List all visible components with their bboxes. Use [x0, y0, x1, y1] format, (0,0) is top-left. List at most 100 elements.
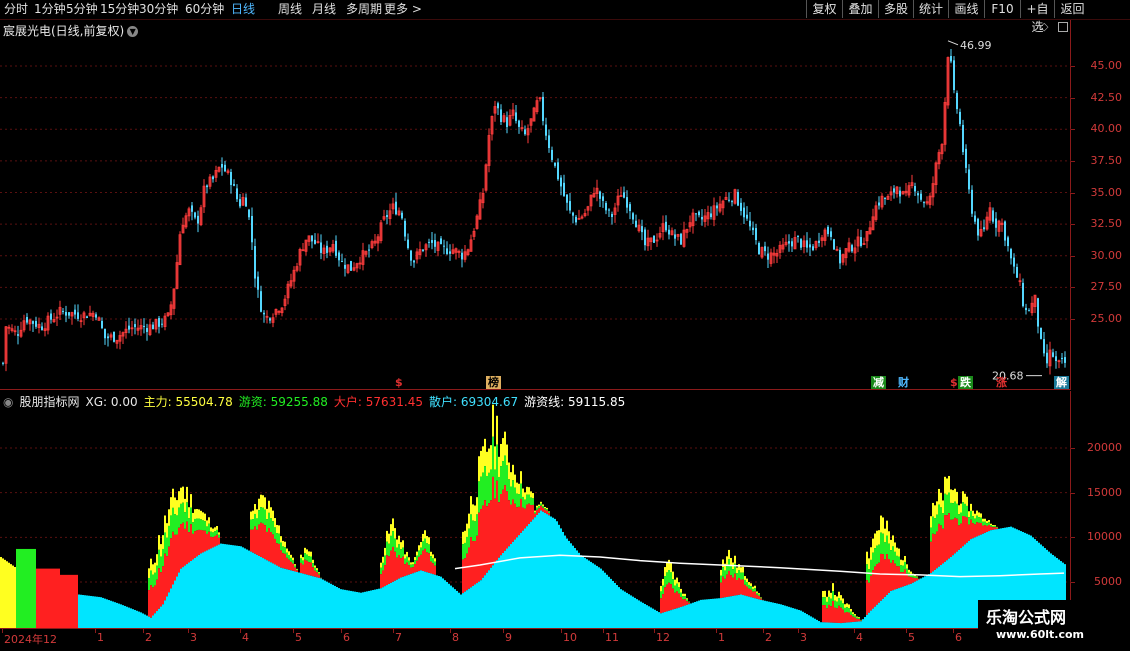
candle-body	[224, 165, 226, 171]
indicator-bar	[958, 514, 960, 525]
period-tab-3[interactable]: 15分钟	[100, 2, 139, 17]
period-tab-10[interactable]: 更多 >	[384, 2, 422, 17]
indicator-bar	[796, 609, 798, 628]
period-tab-9[interactable]: 多周期	[346, 2, 382, 17]
indicator-bar	[420, 542, 422, 548]
indicator-bar	[288, 570, 290, 628]
toolbar-button-2[interactable]: 多股	[878, 0, 913, 18]
indicator-bar	[852, 612, 854, 614]
indicator-bar	[446, 582, 448, 628]
indicator-bar	[988, 525, 990, 531]
candle-body	[443, 246, 445, 247]
indicator-bar	[172, 532, 174, 585]
event-marker[interactable]: 解	[1054, 376, 1069, 389]
indicator-bar	[818, 621, 820, 628]
period-tab-0[interactable]: 分时	[4, 2, 28, 17]
indicator-bar	[20, 549, 22, 628]
indicator-bar	[898, 556, 900, 566]
candle-body	[1007, 237, 1009, 246]
candle-body	[248, 210, 250, 218]
indicator-bar	[218, 538, 220, 545]
period-tab-1[interactable]: 1分钟	[34, 2, 66, 17]
indicator-bar	[986, 526, 988, 532]
indicator-bar	[952, 519, 954, 555]
indicator-bar	[976, 511, 978, 516]
indicator-bar	[956, 504, 958, 519]
indicator-bar	[964, 504, 966, 517]
indicator-bar	[208, 517, 210, 523]
price-chart-panel[interactable]: 46.9920.68	[0, 20, 1071, 390]
period-tab-8[interactable]: 月线	[312, 2, 336, 17]
toolbar-button-7[interactable]: 返回	[1054, 0, 1090, 18]
indicator-bar	[536, 506, 538, 508]
candle-body	[245, 198, 247, 207]
indicator-bar	[180, 524, 182, 568]
indicator-bar	[414, 560, 416, 564]
period-tab-7[interactable]: 周线	[278, 2, 302, 17]
toolbar-button-3[interactable]: 统计	[913, 0, 948, 18]
indicator-bar	[758, 596, 760, 599]
indicator-bar	[812, 618, 814, 628]
indicator-bar	[890, 563, 892, 591]
indicator-bar	[938, 489, 940, 505]
event-marker[interactable]: $	[393, 376, 405, 389]
toolbar-button-6[interactable]: +自选	[1020, 0, 1054, 18]
period-tab-2[interactable]: 5分钟	[66, 2, 98, 17]
toolbar-button-5[interactable]: F10	[984, 0, 1020, 18]
indicator-panel[interactable]	[0, 391, 1071, 628]
indicator-bar	[912, 578, 914, 583]
chevron-down-icon[interactable]: ▼	[127, 26, 138, 37]
event-marker[interactable]: 跌	[958, 376, 973, 389]
indicator-bar	[760, 600, 762, 628]
toolbar-button-1[interactable]: 叠加	[842, 0, 878, 18]
indicator-bar	[394, 552, 396, 581]
indicator-bar	[686, 605, 688, 628]
diamond-icon[interactable]: ◇	[1040, 20, 1048, 33]
indicator-bar	[748, 585, 750, 589]
indicator-bar	[166, 556, 168, 596]
indicator-bar	[542, 512, 544, 628]
indicator-bar	[590, 562, 592, 628]
period-tab-4[interactable]: 30分钟	[139, 2, 178, 17]
indicator-bar	[386, 585, 388, 628]
indicator-bar	[394, 539, 396, 552]
candle-body	[884, 198, 886, 199]
event-marker[interactable]: 榜	[486, 376, 501, 389]
indicator-bar	[294, 564, 296, 565]
indicator-bar	[956, 492, 958, 504]
indicator-bar	[540, 506, 542, 511]
indicator-bar	[480, 451, 482, 477]
indicator-bar	[494, 470, 496, 499]
indicator-bar	[316, 577, 318, 628]
indicator-bar	[530, 497, 532, 505]
indicator-bar	[688, 603, 690, 604]
indicator-bar	[720, 598, 722, 628]
event-marker[interactable]: 减	[871, 376, 886, 389]
indicator-bar	[192, 522, 194, 534]
indicator-bar	[970, 539, 972, 628]
indicator-bar	[496, 560, 498, 628]
period-tab-6[interactable]: 日线	[231, 2, 255, 17]
candle-body	[758, 243, 760, 254]
indicator-bar	[276, 525, 278, 533]
indicator-bar	[70, 575, 72, 628]
indicator-bar	[970, 504, 972, 511]
indicator-bar	[474, 585, 476, 628]
toolbar-button-4[interactable]: 画线	[948, 0, 984, 18]
candle-body	[755, 228, 757, 240]
date-axis-label: 1	[97, 631, 104, 644]
event-marker[interactable]: 财	[896, 376, 911, 389]
window-icon[interactable]	[1058, 22, 1068, 32]
event-marker[interactable]: 涨	[994, 376, 1009, 389]
indicator-bar	[942, 500, 944, 513]
toolbar-button-0[interactable]: 复权	[806, 0, 842, 18]
indicator-bar	[900, 560, 902, 566]
chevron-down-icon[interactable]: ◉	[3, 395, 13, 409]
period-tab-5[interactable]: 60分钟	[185, 2, 224, 17]
indicator-bar	[720, 583, 722, 599]
indicator-bar	[150, 585, 152, 617]
indicator-bar	[840, 608, 842, 623]
indicator-bar	[806, 614, 808, 628]
candle-body	[575, 217, 577, 223]
candle-body	[752, 228, 754, 230]
